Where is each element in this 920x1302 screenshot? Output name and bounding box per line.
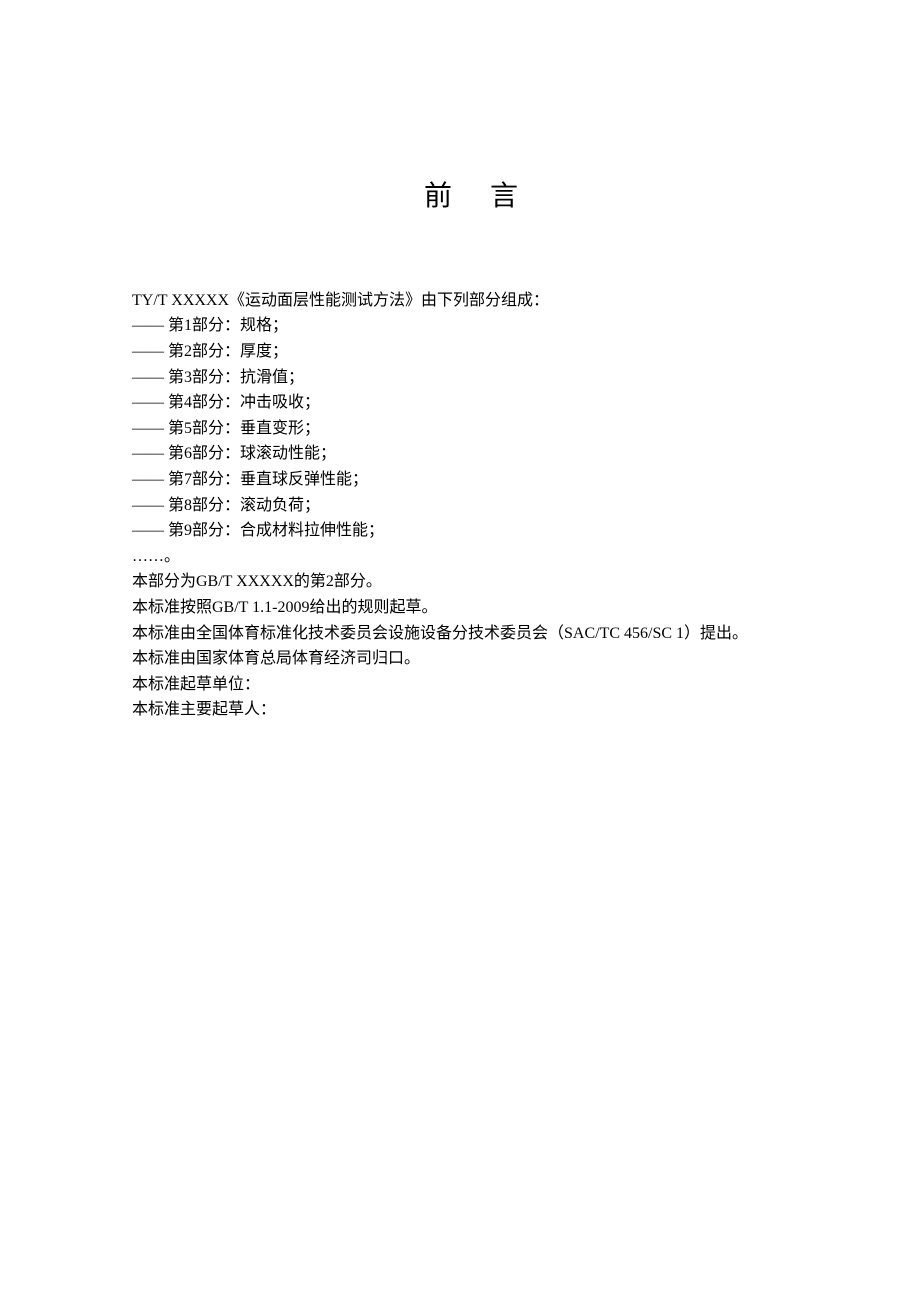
part-item: —— 第3部分：抗滑值； bbox=[132, 365, 810, 391]
part-item: —— 第2部分：厚度； bbox=[132, 339, 810, 365]
ellipsis-line: ……。 bbox=[132, 544, 810, 570]
statement-line: 本部分为GB/T XXXXX的第2部分。 bbox=[132, 569, 810, 595]
statement-line: 本标准由国家体育总局体育经济司归口。 bbox=[132, 646, 810, 672]
intro-paragraph: TY/T XXXXX《运动面层性能测试方法》由下列部分组成： bbox=[132, 288, 810, 314]
statement-line: 本标准主要起草人： bbox=[132, 697, 810, 723]
part-item: —— 第9部分：合成材料拉伸性能； bbox=[132, 518, 810, 544]
part-item: —— 第8部分：滚动负荷； bbox=[132, 493, 810, 519]
part-item: —— 第5部分：垂直变形； bbox=[132, 416, 810, 442]
part-item: —— 第4部分：冲击吸收； bbox=[132, 390, 810, 416]
part-item: —— 第6部分：球滚动性能； bbox=[132, 441, 810, 467]
part-item: —— 第1部分：规格； bbox=[132, 313, 810, 339]
statement-line: 本标准按照GB/T 1.1-2009给出的规则起草。 bbox=[132, 595, 810, 621]
statement-line: 本标准由全国体育标准化技术委员会设施设备分技术委员会（SAC/TC 456/SC… bbox=[132, 621, 810, 647]
document-title: 前言 bbox=[132, 175, 810, 220]
part-item: —— 第7部分：垂直球反弹性能； bbox=[132, 467, 810, 493]
statement-line: 本标准起草单位： bbox=[132, 672, 810, 698]
